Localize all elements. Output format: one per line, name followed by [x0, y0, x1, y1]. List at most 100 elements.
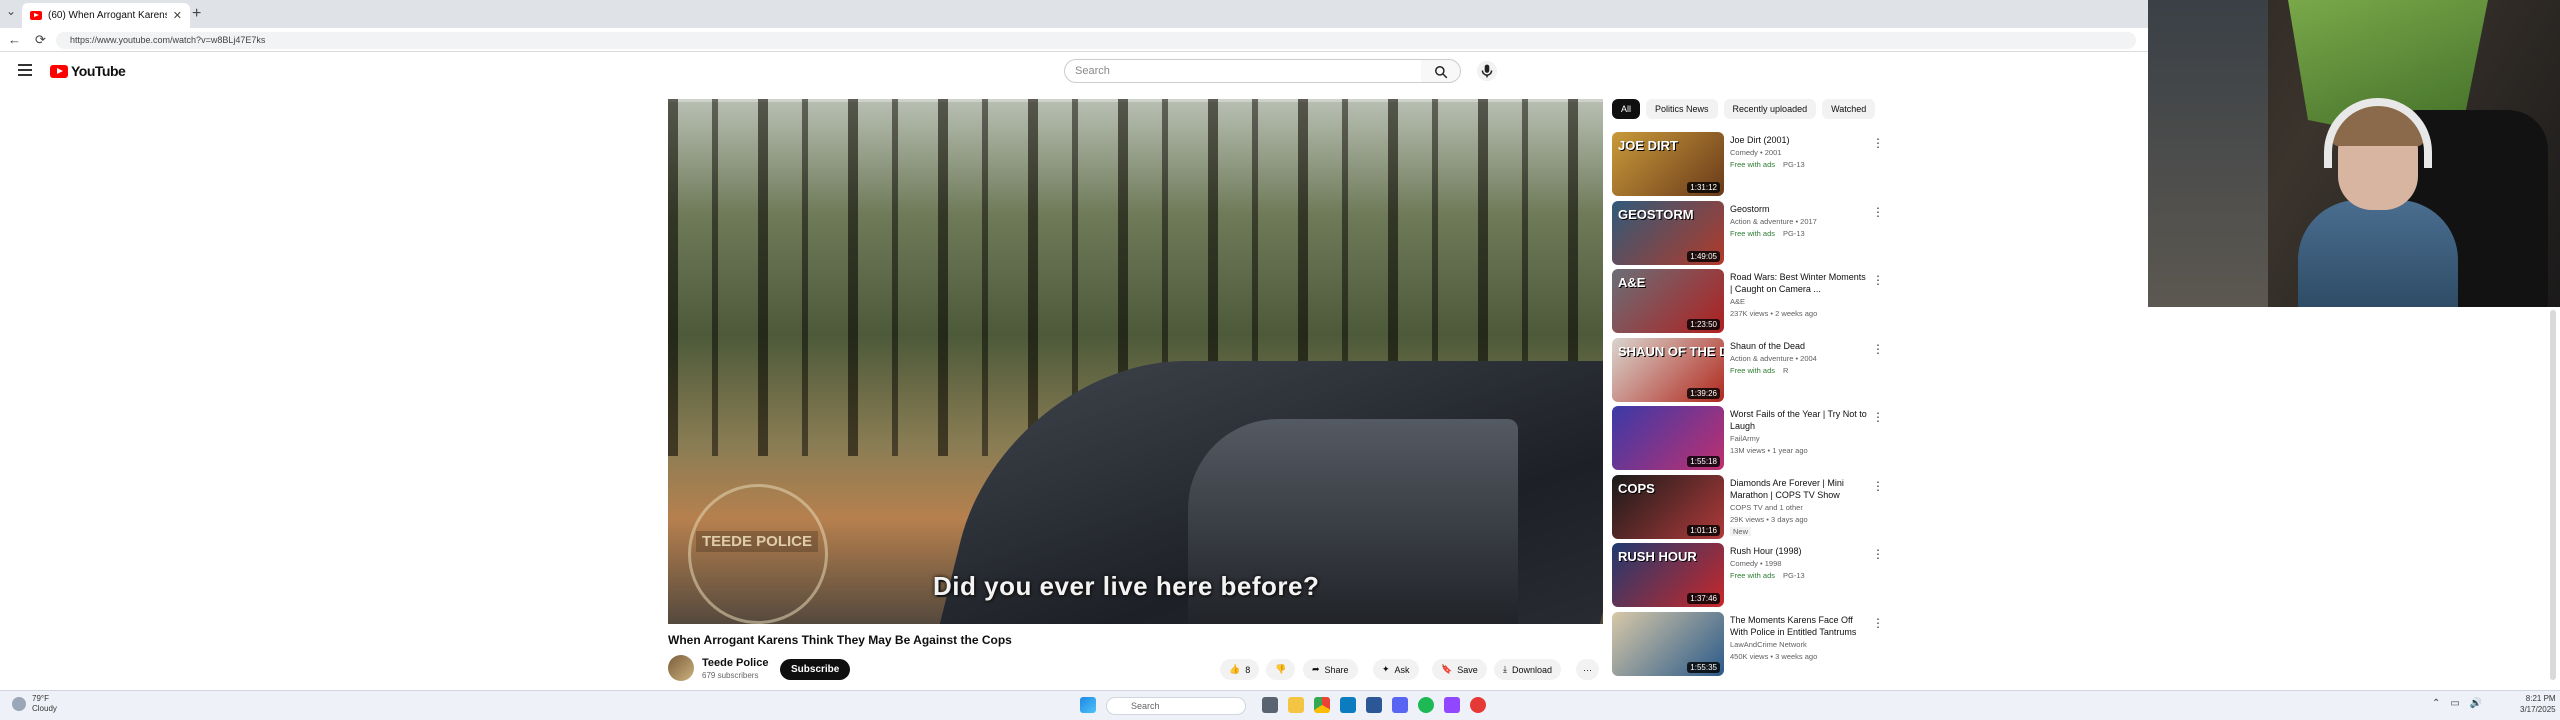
recommendation-title[interactable]: The Moments Karens Face Off With Police … — [1730, 614, 1870, 638]
recommendation-item[interactable]: A&E 1:23:50 Road Wars: Best Winter Moments… — [1612, 269, 1884, 333]
twitch-icon[interactable] — [1444, 697, 1460, 713]
recommendation-thumbnail[interactable]: 1:55:18 — [1612, 406, 1724, 470]
recommendation-title[interactable]: Road Wars: Best Winter Moments | Caught … — [1730, 271, 1870, 295]
file-explorer-icon[interactable] — [1288, 697, 1304, 713]
person-torso — [2298, 200, 2458, 307]
recommendation-item[interactable]: RUSH HOUR 1:37:46 Rush Hour (1998) Comedy •… — [1612, 543, 1884, 607]
more-options-icon[interactable]: ⋮ — [1872, 273, 1884, 287]
store-icon[interactable] — [1366, 697, 1382, 713]
ask-button[interactable]: ✦ Ask — [1373, 659, 1419, 680]
clock-time: 8:21 PM — [2525, 694, 2556, 703]
filter-chip[interactable]: Watched — [1822, 99, 1876, 119]
weather-widget[interactable]: 79°F Cloudy — [12, 694, 57, 714]
thumbnail-text: RUSH HOUR — [1618, 549, 1697, 564]
dislike-button[interactable]: 👎 — [1266, 659, 1296, 680]
recommendation-thumbnail[interactable]: 1:55:35 — [1612, 611, 1724, 676]
network-icon[interactable]: ▭ — [2450, 698, 2459, 709]
recommendation-channel: LawAndCrime Network — [1730, 639, 1807, 649]
recommendation-item[interactable]: 1:55:18 Worst Fails of the Year | Try Not… — [1612, 406, 1884, 470]
free-with-ads-badge: Free with ads PG-13 — [1730, 229, 1805, 238]
recommendation-item[interactable]: JOE DIRT 1:31:12 Joe Dirt (2001) Comedy • 2… — [1612, 132, 1884, 196]
share-button[interactable]: ➦ Share — [1303, 659, 1358, 680]
edge-icon[interactable] — [1340, 697, 1356, 713]
search-button[interactable] — [1421, 59, 1461, 83]
download-button[interactable]: ⤓ Download — [1494, 659, 1562, 680]
recommendation-channel: COPS TV and 1 other — [1730, 502, 1803, 512]
filter-chip[interactable]: All — [1612, 99, 1641, 119]
channel-watermark-seal — [688, 484, 828, 624]
taskbar-search-input[interactable]: Search — [1106, 697, 1246, 715]
save-button[interactable]: 🔖 Save — [1432, 659, 1487, 680]
video-duration: 1:55:35 — [1687, 661, 1720, 673]
new-tab-button[interactable]: + — [192, 5, 201, 23]
filter-chip[interactable]: Recently uploaded — [1723, 99, 1817, 119]
more-options-icon[interactable]: ⋮ — [1872, 205, 1884, 219]
chrome-icon[interactable] — [1314, 697, 1330, 713]
windows-start-icon[interactable] — [1080, 697, 1096, 713]
browser-tab-active[interactable]: (60) When Arrogant Karens ✕ — [22, 3, 190, 28]
more-options-icon[interactable]: ⋮ — [1872, 410, 1884, 424]
recommendation-thumbnail[interactable]: GEOSTORM 1:49:05 — [1612, 200, 1724, 265]
recommendation-title[interactable]: Rush Hour (1998) — [1730, 545, 1870, 557]
recommendation-title[interactable]: Shaun of the Dead — [1730, 340, 1870, 352]
channel-name[interactable]: Teede Police — [702, 657, 768, 669]
recommendation-item[interactable]: 1:55:35 The Moments Karens Face Off With … — [1612, 611, 1884, 676]
hamburger-menu-icon[interactable] — [18, 64, 32, 76]
free-with-ads-badge: Free with ads R — [1730, 366, 1788, 375]
filter-chip[interactable]: Politics News — [1646, 99, 1718, 119]
recommendation-thumbnail[interactable]: SHAUN OF THE DEAD 1:39:26 — [1612, 337, 1724, 402]
recommendation-thumbnail[interactable]: A&E 1:23:50 — [1612, 269, 1724, 333]
more-options-icon[interactable]: ⋮ — [1872, 479, 1884, 493]
download-icon: ⤓ — [1503, 664, 1507, 674]
subscriber-count: 679 subscribers — [702, 671, 759, 680]
badge-label: Free with ads — [1730, 571, 1776, 580]
thumbnail-text: A&E — [1618, 275, 1646, 290]
close-tab-icon[interactable]: ✕ — [173, 9, 182, 22]
back-arrow-icon[interactable]: ← — [8, 32, 21, 48]
recommendation-item[interactable]: GEOSTORM 1:49:05 Geostorm Action & adventur… — [1612, 200, 1884, 265]
more-options-icon[interactable]: ⋮ — [1872, 136, 1884, 150]
recommendation-title[interactable]: Worst Fails of the Year | Try Not to Lau… — [1730, 408, 1870, 432]
recording-app-icon[interactable] — [1470, 697, 1486, 713]
tray-chevron-icon[interactable]: ⌃ — [2432, 698, 2440, 709]
search-input[interactable]: Search — [1064, 59, 1422, 83]
share-label: Share — [1324, 664, 1349, 675]
recommendation-thumbnail[interactable]: COPS 1:01:16 — [1612, 474, 1724, 539]
recommendation-thumbnail[interactable]: RUSH HOUR 1:37:46 — [1612, 543, 1724, 607]
sparkle-icon: ✦ — [1382, 664, 1390, 674]
recommendation-thumbnail[interactable]: JOE DIRT 1:31:12 — [1612, 132, 1724, 196]
recommendation-item[interactable]: SHAUN OF THE DEAD 1:39:26 Shaun of the Dea… — [1612, 337, 1884, 402]
more-actions-button[interactable]: ··· — [1576, 659, 1599, 680]
video-subtitle-caption: Did you ever live here before? — [933, 571, 1320, 601]
taskbar-clock[interactable]: 8:21 PM 3/17/2025 — [2520, 693, 2556, 715]
like-button[interactable]: 👍 8 — [1220, 659, 1260, 680]
recommendation-title[interactable]: Geostorm — [1730, 203, 1870, 215]
thumbnail-text: JOE DIRT — [1618, 138, 1678, 153]
thumbnail-text: SHAUN OF THE DEAD — [1618, 343, 1724, 359]
page-scrollbar[interactable] — [2550, 310, 2556, 680]
tab-list-chevron-icon[interactable]: ⌄ — [6, 4, 16, 18]
more-options-icon[interactable]: ⋮ — [1872, 547, 1884, 561]
recommendation-channel: Action & adventure • 2004 — [1730, 353, 1817, 363]
search-icon — [1435, 66, 1448, 79]
recommendation-views: 237K views • 2 weeks ago — [1730, 309, 1818, 318]
voice-search-button[interactable] — [1476, 60, 1498, 82]
video-duration: 1:01:16 — [1687, 524, 1720, 536]
recommendation-title[interactable]: Diamonds Are Forever | Mini Marathon | C… — [1730, 477, 1870, 501]
video-player[interactable]: TEEDE POLICE Did you ever live here befo… — [668, 99, 1603, 624]
more-options-icon[interactable]: ⋮ — [1872, 342, 1884, 356]
youtube-logo[interactable]: YouTube — [50, 63, 126, 79]
reload-icon[interactable]: ⟳ — [35, 32, 46, 48]
channel-avatar[interactable] — [668, 655, 694, 681]
new-badge: New — [1730, 526, 1752, 536]
recommendation-item[interactable]: COPS 1:01:16 Diamonds Are Forever | Mini M… — [1612, 474, 1884, 539]
spotify-icon[interactable] — [1418, 697, 1434, 713]
discord-icon[interactable] — [1392, 697, 1408, 713]
more-options-icon[interactable]: ⋮ — [1872, 616, 1884, 630]
recommendation-title[interactable]: Joe Dirt (2001) — [1730, 134, 1870, 146]
volume-icon[interactable]: 🔊 — [2470, 698, 2482, 709]
address-bar[interactable]: https://www.youtube.com/watch?v=w8BLj47E… — [56, 32, 2136, 49]
task-view-icon[interactable] — [1262, 697, 1278, 713]
subscribe-button[interactable]: Subscribe — [780, 659, 851, 680]
youtube-favicon-icon — [30, 11, 42, 20]
